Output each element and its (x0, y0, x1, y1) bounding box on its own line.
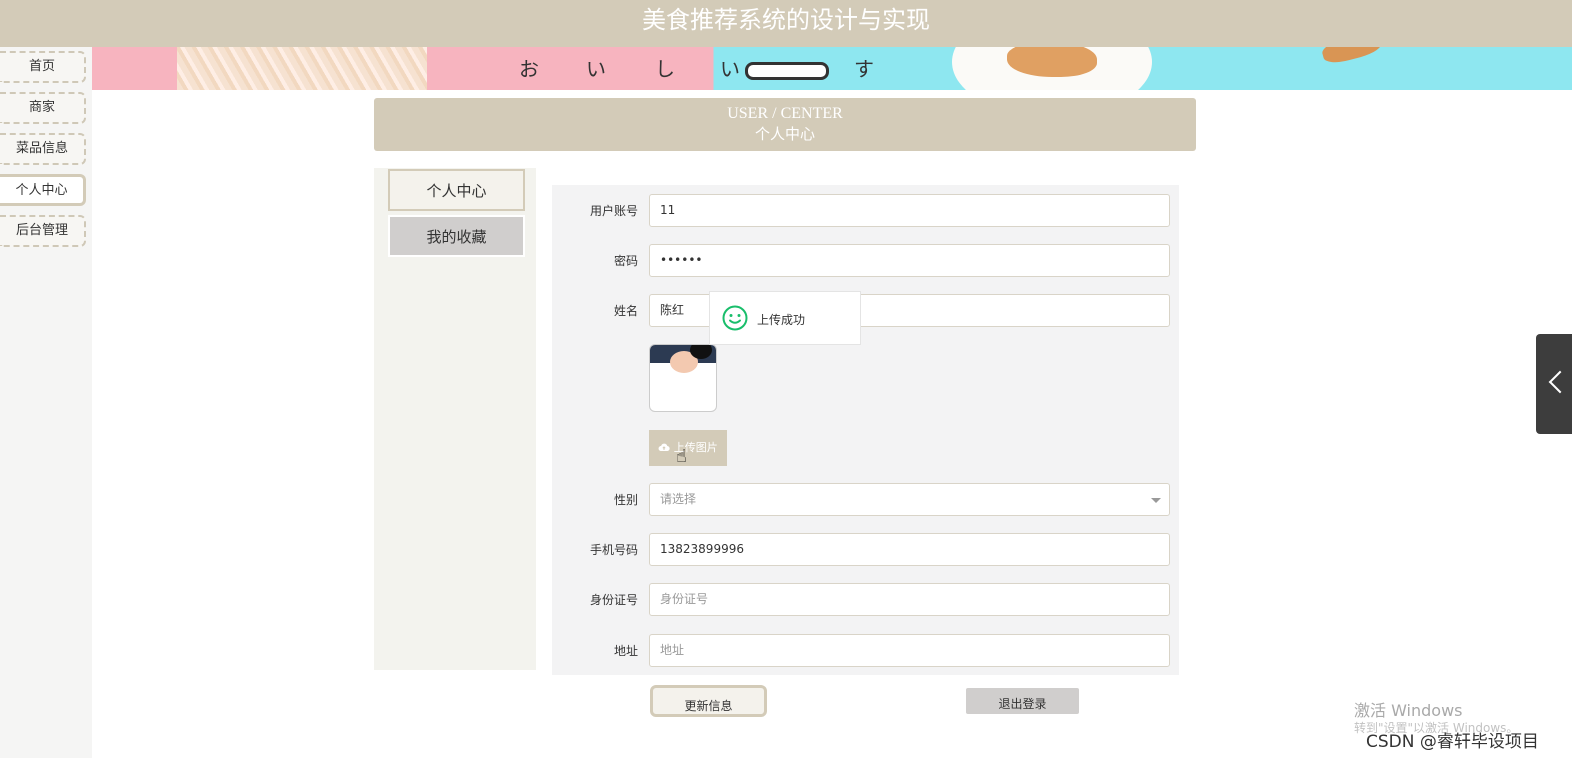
banner-food (1320, 47, 1384, 67)
chevron-left-icon (1548, 370, 1572, 394)
id-number-input[interactable]: 身份证号 (649, 583, 1170, 616)
banner-decoration (745, 62, 829, 80)
id-number-label: 身份证号 (589, 593, 638, 607)
upload-image-button[interactable]: 上传图片 (649, 430, 727, 466)
address-label: 地址 (613, 644, 638, 658)
tab-favorites[interactable]: 我的收藏 (388, 215, 525, 257)
hand-cursor-icon: ☝ (676, 446, 687, 467)
gender-placeholder: 请选择 (660, 492, 697, 506)
update-info-button[interactable]: 更新信息 (650, 685, 767, 717)
banner-decoration (177, 47, 427, 90)
page-title: 美食推荐系统的设计与实现 (642, 6, 930, 34)
side-drawer-toggle[interactable] (1536, 334, 1572, 434)
page-header: 美食推荐系统的设计与实现 (0, 0, 1572, 47)
banner-text: す (854, 57, 874, 81)
password-label: 密码 (613, 254, 638, 268)
profile-form: 用户账号 11 密码 •••••• 姓名 陈红 上传图片 性别 请选择 手机号码… (552, 185, 1179, 675)
gender-label: 性别 (613, 493, 638, 507)
tab-user-center[interactable]: 个人中心 (388, 169, 525, 211)
chevron-down-icon (1151, 498, 1161, 503)
phone-label: 手机号码 (589, 543, 638, 557)
address-input[interactable]: 地址 (649, 634, 1170, 667)
toast-message: 上传成功 (757, 313, 806, 327)
sidebar-item-home[interactable]: 首页 (0, 51, 86, 83)
logout-button[interactable]: 退出登录 (966, 688, 1079, 714)
banner-text: い (586, 57, 606, 81)
tab-panel: 个人中心 我的收藏 (374, 168, 536, 670)
smile-icon (722, 305, 748, 331)
sidebar-item-user-center[interactable]: 个人中心 (0, 174, 86, 206)
title-cn: 个人中心 (754, 127, 815, 143)
name-label: 姓名 (613, 304, 638, 318)
phone-input[interactable]: 13823899996 (649, 533, 1170, 566)
sidebar: 首页 商家 菜品信息 个人中心 后台管理 (0, 47, 92, 758)
csdn-watermark: CSDN @睿轩毕设项目 (1366, 732, 1539, 752)
success-toast: 上传成功 (709, 291, 861, 345)
sidebar-item-dishes[interactable]: 菜品信息 (0, 133, 86, 165)
password-input[interactable]: •••••• (649, 244, 1170, 277)
banner-image: お い し い す (92, 47, 1572, 90)
user-center-title: USER / CENTER 个人中心 (374, 98, 1196, 151)
banner-text: い (720, 57, 740, 81)
banner-text: お (519, 57, 539, 81)
gender-select[interactable]: 请选择 (649, 483, 1170, 516)
title-en: USER / CENTER (727, 105, 843, 122)
cloud-upload-icon (658, 443, 670, 452)
account-input[interactable]: 11 (649, 194, 1170, 227)
sidebar-item-admin[interactable]: 后台管理 (0, 215, 86, 247)
sidebar-item-merchants[interactable]: 商家 (0, 92, 86, 124)
windows-activation-watermark: 激活 Windows (1354, 701, 1463, 720)
account-label: 用户账号 (589, 204, 638, 218)
avatar-preview[interactable] (649, 344, 717, 412)
banner-text: し (655, 57, 675, 81)
